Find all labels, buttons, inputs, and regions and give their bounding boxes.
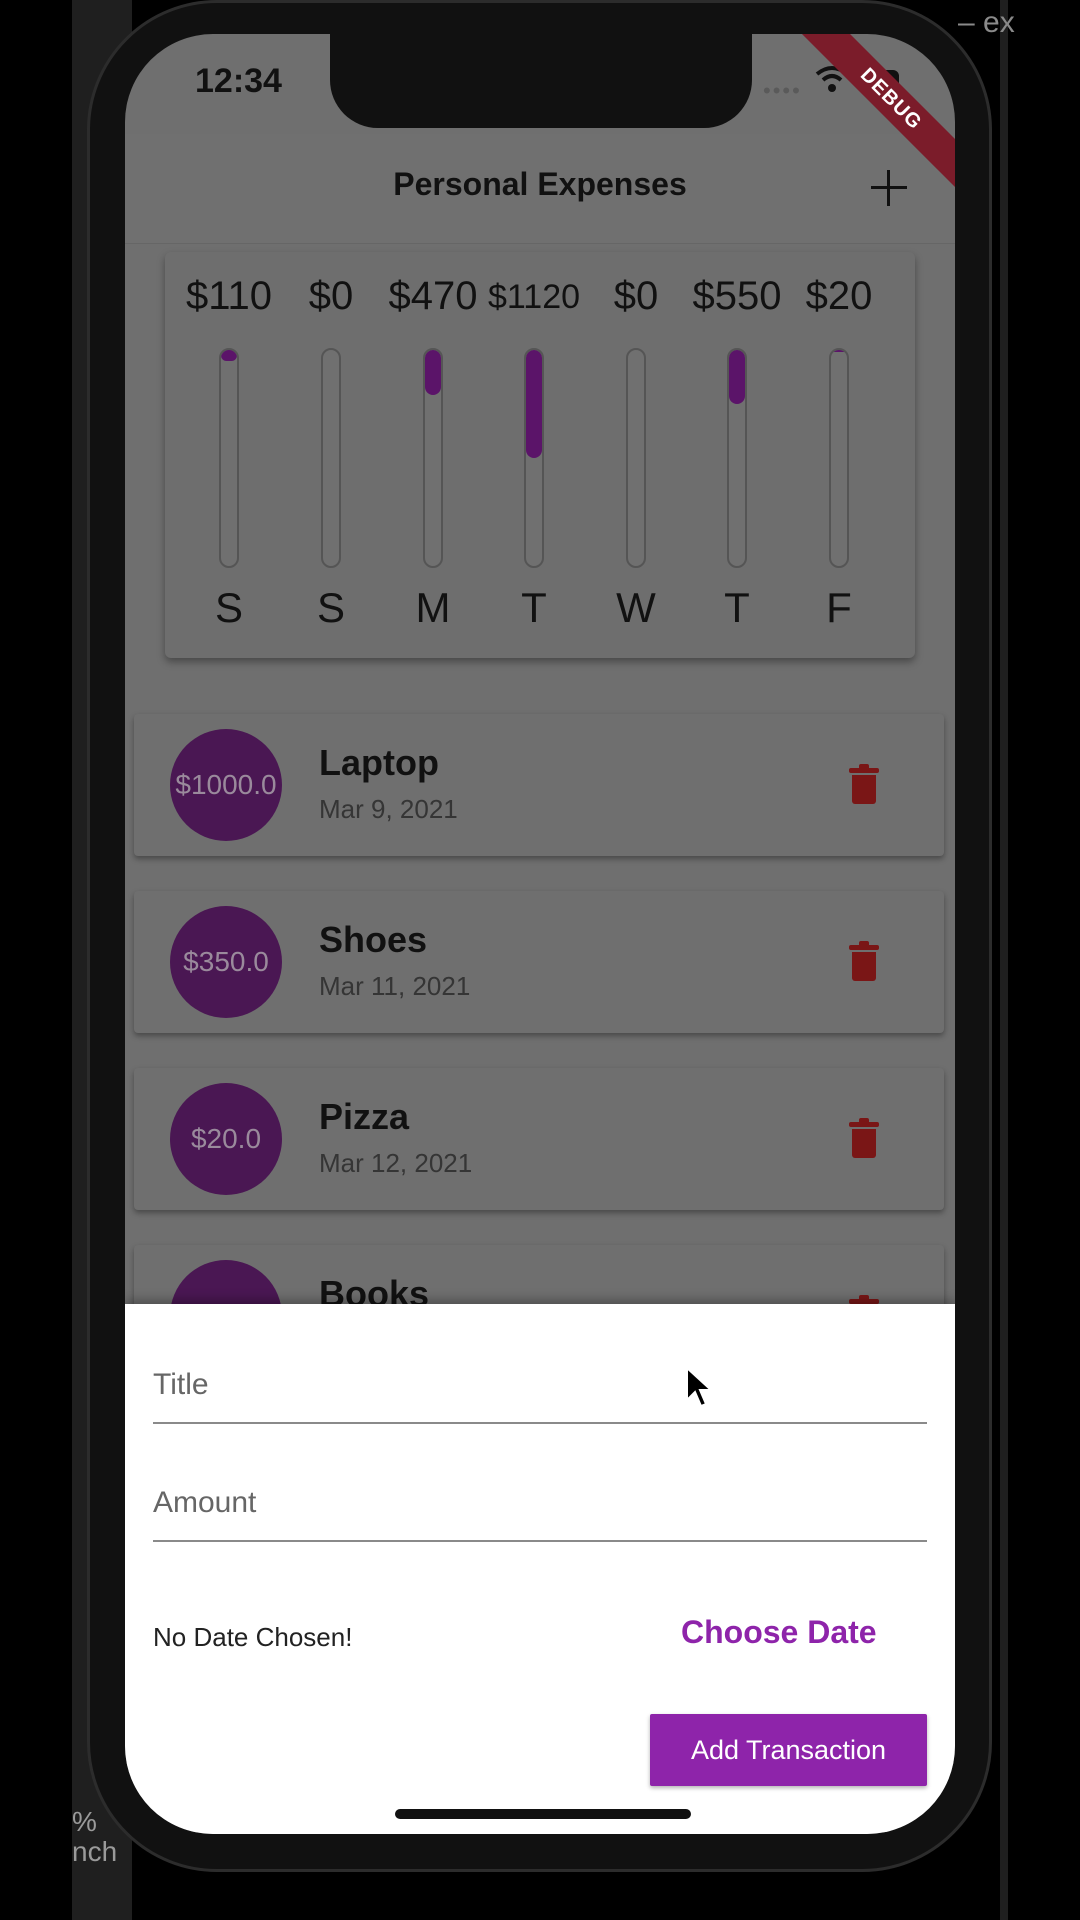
background-editor-text: %	[72, 1806, 97, 1837]
amount-avatar: $350.0	[170, 906, 282, 1018]
chart-amount-label: $0	[613, 274, 659, 318]
signal-icon: ••••	[763, 78, 802, 103]
amount-avatar: $1000.0	[170, 729, 282, 841]
transaction-title: Shoes	[319, 919, 428, 960]
chart-bar-column: $0 S	[281, 252, 381, 658]
chart-amount-label: $1120	[487, 278, 581, 316]
trash-icon[interactable]	[849, 764, 879, 804]
app-bar: Personal Expenses	[125, 134, 955, 244]
phone-screen: 12:34 •••• Personal Expenses DEBUG $110 S…	[125, 34, 955, 1834]
transaction-item: $20.0 Pizza Mar 12, 2021	[134, 1068, 944, 1210]
notch	[330, 34, 752, 128]
transaction-title: Pizza	[319, 1096, 410, 1137]
chart-bar-column: $0 W	[586, 252, 686, 658]
chart-bar-column: $110 S	[179, 252, 279, 658]
chart-amount-label: $110	[185, 274, 272, 318]
chart-bar-fill	[729, 350, 745, 404]
weekly-chart: $110 S $0 S $470 M $1120 T $0 W $550 T $20 F	[165, 252, 915, 658]
chart-day-label: T	[724, 584, 750, 631]
transaction-date: Mar 12, 2021	[319, 1148, 473, 1178]
chart-day-label: S	[214, 584, 243, 631]
transaction-date: Mar 11, 2021	[319, 971, 471, 1001]
chart-bar-fill	[425, 350, 441, 396]
chart-bar-track	[423, 348, 443, 568]
trash-icon[interactable]	[849, 941, 879, 981]
chart-bar-column: $1120 T	[484, 252, 584, 658]
title-field[interactable]: Title	[153, 1334, 927, 1424]
chart-bar-track	[524, 348, 544, 568]
chart-bar-column: $470 M	[383, 252, 483, 658]
date-status-text: No Date Chosen!	[153, 1622, 353, 1652]
new-transaction-sheet: Title Amount No Date Chosen! Choose Date…	[125, 1304, 955, 1834]
add-transaction-button[interactable]: Add Transaction	[650, 1714, 927, 1786]
page-title: Personal Expenses	[393, 166, 687, 202]
chart-bar-track	[219, 348, 239, 568]
chart-bar-track	[727, 348, 747, 568]
transaction-item: $1000.0 Laptop Mar 9, 2021	[134, 714, 944, 856]
amount-field[interactable]: Amount	[153, 1452, 927, 1542]
plus-icon[interactable]	[867, 166, 911, 210]
chart-bar-fill	[831, 350, 847, 353]
chart-day-label: F	[826, 584, 852, 631]
amount-avatar: $20.0	[170, 1083, 282, 1195]
chart-bar-track	[626, 348, 646, 568]
background-editor-tab-text: – ex	[958, 6, 1015, 39]
amount-field-placeholder: Amount	[153, 1486, 257, 1519]
trash-icon[interactable]	[849, 1118, 879, 1158]
chart-bar-track	[829, 348, 849, 568]
app-root: – ex % nch 12:34 •••• Personal Expenses …	[0, 0, 1080, 1920]
chart-bar-fill	[221, 350, 237, 361]
chart-bar-fill	[526, 350, 542, 458]
background-editor-right	[1000, 0, 1008, 1920]
chart-day-label: S	[316, 584, 345, 631]
chart-bar-track	[321, 348, 341, 568]
chart-amount-label: $550	[692, 274, 782, 318]
chart-amount-label: $0	[308, 274, 354, 318]
chart-day-label: T	[521, 584, 547, 631]
chart-amount-label: $470	[388, 274, 478, 318]
mouse-cursor-icon	[686, 1366, 713, 1408]
chart-day-label: M	[415, 584, 451, 631]
transaction-item: $350.0 Shoes Mar 11, 2021	[134, 891, 944, 1033]
title-field-placeholder: Title	[153, 1368, 209, 1401]
choose-date-button[interactable]: Choose Date	[681, 1614, 877, 1651]
chart-bar-column: $20 F	[789, 252, 889, 658]
chart-day-label: W	[616, 584, 656, 631]
status-time: 12:34	[195, 62, 282, 100]
transaction-date: Mar 9, 2021	[319, 794, 458, 824]
chart-amount-label: $20	[805, 274, 873, 318]
transaction-title: Laptop	[319, 742, 439, 783]
chart-bar-column: $550 T	[687, 252, 787, 658]
home-indicator	[395, 1809, 691, 1819]
background-editor-text: nch	[72, 1836, 118, 1867]
